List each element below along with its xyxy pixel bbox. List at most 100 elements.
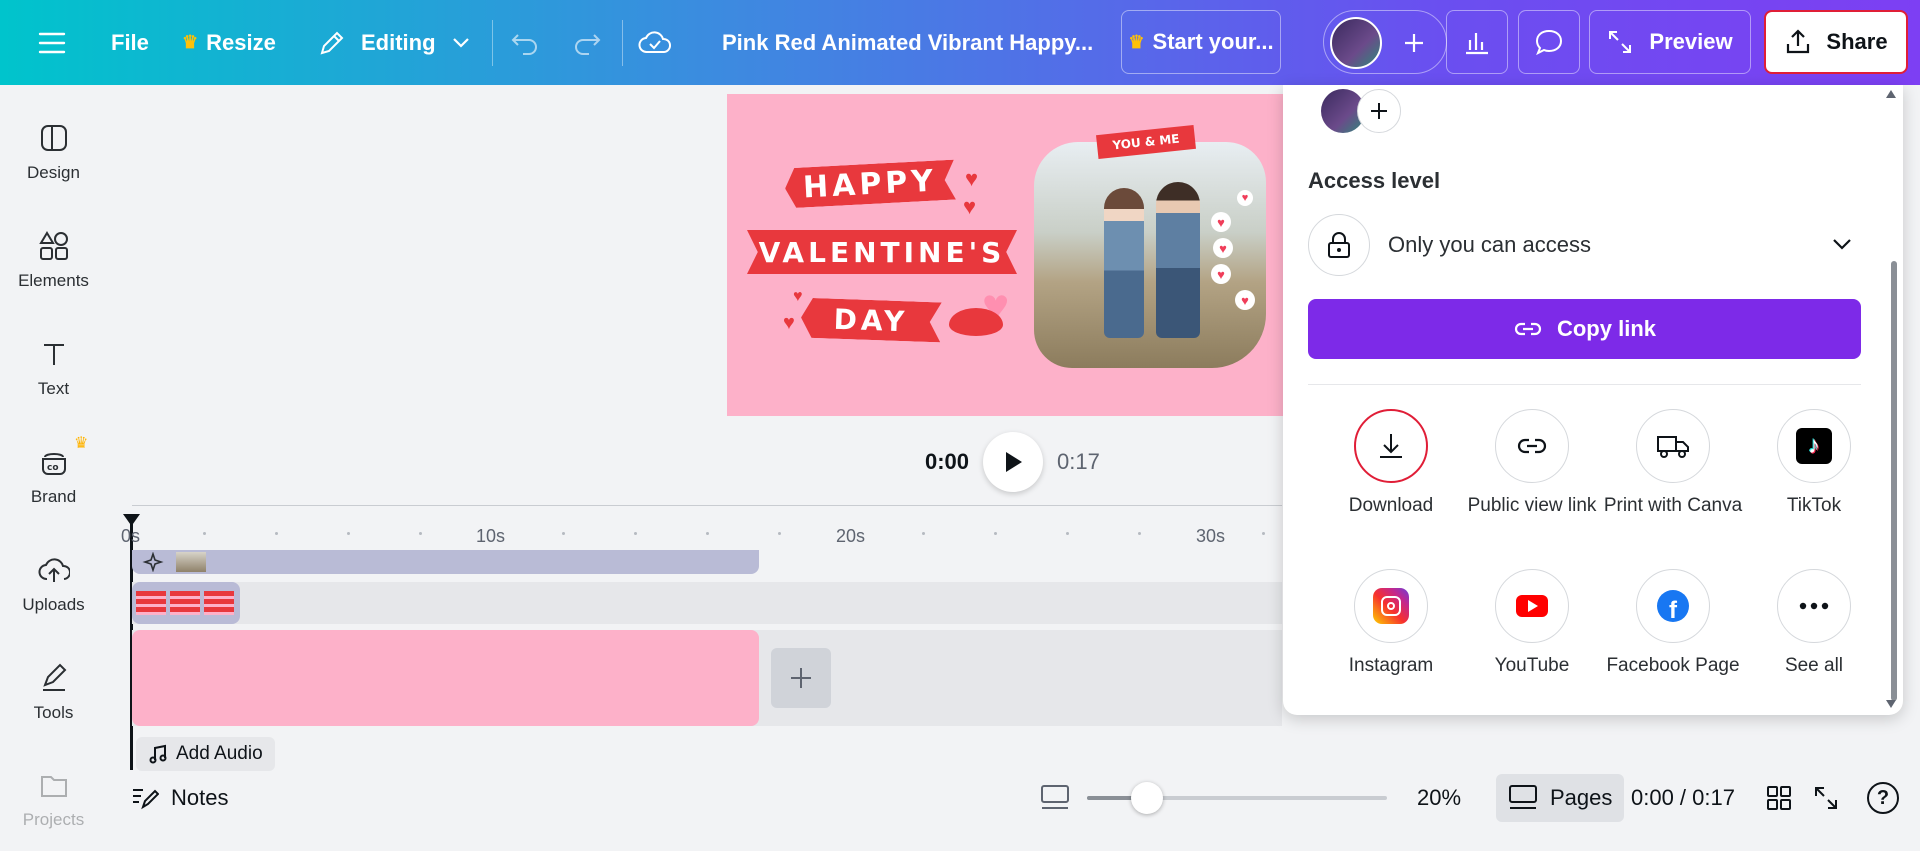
link-icon xyxy=(1514,322,1542,336)
youtube-circle xyxy=(1495,569,1569,643)
timeline-ruler[interactable] xyxy=(132,505,1282,506)
add-audio-label: Add Audio xyxy=(176,743,263,764)
text-clip[interactable] xyxy=(132,582,240,624)
share-option-public-view-link[interactable]: Public view link xyxy=(1462,409,1602,517)
share-option-label: Public view link xyxy=(1467,495,1597,516)
share-button[interactable]: Share xyxy=(1764,10,1908,74)
access-level-dropdown[interactable]: Only you can access xyxy=(1308,210,1860,280)
time-display: 0:00 / 0:17 xyxy=(1631,785,1735,810)
print-circle xyxy=(1636,409,1710,483)
pencil-icon xyxy=(320,31,344,54)
clip-thumbnail xyxy=(136,591,166,615)
sidebar-item-projects[interactable]: Projects xyxy=(0,751,107,851)
grid-view-button[interactable] xyxy=(1765,784,1793,812)
zoom-percentage[interactable]: 20% xyxy=(1417,785,1461,811)
share-option-label: YouTube xyxy=(1494,655,1570,676)
download-icon xyxy=(1380,434,1402,458)
share-option-youtube[interactable]: YouTube xyxy=(1462,569,1602,677)
person-figure xyxy=(1104,188,1144,338)
fullscreen-button[interactable] xyxy=(1812,784,1840,812)
heart-icon: ♥ xyxy=(783,312,795,334)
sidebar-item-uploads[interactable]: Uploads xyxy=(0,535,107,635)
playback-controls: 0:00 0:17 xyxy=(925,432,1100,492)
share-option-facebook-page[interactable]: f Facebook Page xyxy=(1603,569,1743,677)
editing-mode-dropdown[interactable]: Editing xyxy=(317,0,470,85)
heart-bubble: ♥ xyxy=(1235,290,1255,310)
crown-icon: ♛ xyxy=(1128,31,1145,52)
design-title[interactable]: Pink Red Animated Vibrant Happy... xyxy=(722,0,1093,85)
pages-button[interactable]: Pages xyxy=(1496,774,1625,822)
divider xyxy=(1308,384,1861,385)
page-view-toggle[interactable] xyxy=(1040,784,1070,812)
share-option-instagram[interactable]: Instagram xyxy=(1321,569,1461,677)
start-trial-button[interactable]: ♛ Start your... xyxy=(1121,10,1281,74)
chevron-down-icon xyxy=(1833,239,1851,250)
top-bar: File ♛ Resize Editing Pink Red Animated … xyxy=(0,0,1920,85)
add-page-button[interactable] xyxy=(771,648,831,708)
undo-button[interactable] xyxy=(510,0,540,85)
sidebar-item-elements[interactable]: Elements xyxy=(0,211,107,311)
menu-button[interactable] xyxy=(38,0,66,85)
sidebar-item-brand[interactable]: ♛ co Brand xyxy=(0,427,107,527)
facebook-circle: f xyxy=(1636,569,1710,643)
zoom-slider[interactable] xyxy=(1087,782,1387,814)
tick-label: 20s xyxy=(836,526,866,546)
scroll-up-icon[interactable] xyxy=(1885,89,1897,99)
preview-button[interactable]: Preview xyxy=(1589,10,1751,74)
page-clip[interactable] xyxy=(132,630,759,726)
save-status-button[interactable] xyxy=(638,0,672,85)
ribbon-valentines[interactable]: VALENTINE'S xyxy=(747,230,1017,274)
couple-photo[interactable] xyxy=(1034,142,1266,368)
share-option-label: Instagram xyxy=(1348,655,1434,676)
share-option-tiktok[interactable]: ♪ TikTok xyxy=(1744,409,1884,517)
access-level-label: Access level xyxy=(1308,168,1441,193)
text-icon xyxy=(43,344,64,365)
play-button[interactable] xyxy=(983,432,1044,492)
design-canvas[interactable]: HAPPY VALENTINE'S DAY ♥ ♥ ♥ ♥ ♥ YOU & ME… xyxy=(727,94,1347,416)
brand-icon: co xyxy=(41,453,66,475)
insights-button[interactable] xyxy=(1446,10,1508,74)
lips-icon xyxy=(949,308,1003,336)
sidebar-item-tools[interactable]: Tools xyxy=(0,643,107,743)
comments-button[interactable] xyxy=(1518,10,1580,74)
scroll-down-icon[interactable] xyxy=(1885,699,1897,709)
share-option-see-all[interactable]: See all xyxy=(1744,569,1884,677)
sidebar-item-label: Projects xyxy=(22,810,85,829)
notes-button[interactable]: Notes xyxy=(131,785,228,811)
add-audio-button[interactable]: Add Audio xyxy=(136,737,275,771)
scrollbar-thumb[interactable] xyxy=(1891,261,1897,701)
share-label: Share xyxy=(1826,29,1888,54)
share-option-print-with-canva[interactable]: Print with Canva xyxy=(1603,409,1743,517)
tick-label: 10s xyxy=(476,526,506,546)
heart-icon: ♥ xyxy=(793,288,803,305)
notes-pencil-icon xyxy=(133,789,159,810)
panel-scrollbar[interactable] xyxy=(1891,261,1897,773)
divider xyxy=(622,20,623,66)
ribbon-happy[interactable]: HAPPY xyxy=(784,160,956,209)
sidebar-item-design[interactable]: Design xyxy=(0,103,107,203)
copy-link-button[interactable]: Copy link xyxy=(1308,299,1861,359)
undo-icon xyxy=(511,33,537,55)
avatar[interactable] xyxy=(1330,17,1382,69)
add-collaborator-button[interactable] xyxy=(1388,17,1440,69)
resize-button[interactable]: ♛ Resize xyxy=(182,0,276,85)
sidebar-item-text[interactable]: Text xyxy=(0,319,107,419)
redo-icon xyxy=(575,33,601,55)
zoom-slider-knob[interactable] xyxy=(1131,782,1163,814)
add-people-button[interactable] xyxy=(1357,89,1401,133)
sidebar-item-label: Design xyxy=(27,163,80,182)
file-menu[interactable]: File xyxy=(111,0,149,85)
share-option-label: See all xyxy=(1784,655,1844,676)
share-upload-icon xyxy=(1787,29,1810,54)
help-button[interactable]: ? xyxy=(1867,782,1899,814)
bottom-bar: Notes 20% Pages 0:00 / 0:17 ? xyxy=(107,770,1920,826)
redo-button[interactable] xyxy=(572,0,602,85)
heart-bubble: ♥ xyxy=(1213,238,1233,258)
ribbon-day[interactable]: DAY xyxy=(800,298,941,343)
lock-icon xyxy=(1328,232,1350,258)
fullscreen-icon xyxy=(1815,787,1837,809)
share-option-download[interactable]: Download xyxy=(1321,409,1461,517)
current-time: 0:00 xyxy=(925,449,970,474)
collaborators-group xyxy=(1323,10,1447,74)
animation-clip[interactable] xyxy=(132,550,759,574)
